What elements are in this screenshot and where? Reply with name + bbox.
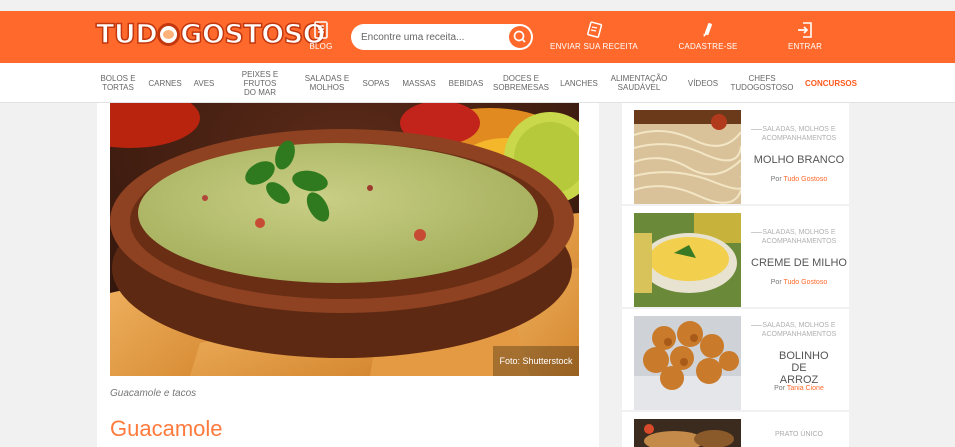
recipe-thumbnail[interactable] xyxy=(634,316,741,410)
blog-label: BLOG xyxy=(309,42,333,51)
cat-label: CONCURSOS xyxy=(804,78,857,88)
cat-peixes[interactable]: PEIXES E FRUTOS DO MAR xyxy=(225,63,295,103)
corn-cream-image xyxy=(634,213,741,307)
cat-label-line2: MOLHOS xyxy=(309,83,345,92)
main-dish-image xyxy=(634,419,741,447)
register-button[interactable]: CADASTRE-SE xyxy=(677,11,739,63)
cat-label-line1: ALIMENTAÇÃO xyxy=(610,74,668,83)
cat-label-line2: SAUDÁVEL xyxy=(617,83,661,92)
cat-aves[interactable]: AVES xyxy=(190,63,218,103)
recipe-thumbnail[interactable] xyxy=(634,213,741,307)
logo-face-icon xyxy=(157,23,181,46)
login-button[interactable]: ENTRAR xyxy=(787,11,823,63)
cat-doces[interactable]: DOCES E SOBREMESAS xyxy=(492,63,550,103)
recipe-pencil-icon xyxy=(587,21,603,38)
recipe-card[interactable]: SALADAS, MOLHOS E ACOMPANHAMENTOS BOLINH… xyxy=(622,309,849,410)
recipe-card[interactable]: PRATO ÚNICO xyxy=(622,412,849,447)
recipe-category: SALADAS, MOLHOS E ACOMPANHAMENTOS xyxy=(749,125,849,143)
cat-label: CARNES xyxy=(148,78,182,88)
cat-label: LANCHES xyxy=(560,78,598,88)
send-recipe-label: ENVIAR SUA RECEITA xyxy=(550,42,638,51)
by-label: Por xyxy=(770,279,782,286)
cat-label-line2: TUDOGOSTOSO xyxy=(730,83,794,92)
recipe-card[interactable]: SALADAS, MOLHOS E ACOMPANHAMENTOS CREME … xyxy=(622,206,849,307)
cat-label: AVES xyxy=(193,78,215,88)
cat-label: BEBIDAS xyxy=(448,78,484,88)
cat-chefs[interactable]: CHEFS TUDOGOSTOSO xyxy=(729,63,795,103)
document-icon xyxy=(314,21,328,39)
cat-bolos-tortas[interactable]: BOLOS E TORTAS xyxy=(96,63,140,103)
login-icon xyxy=(798,22,812,38)
cat-label-line1: CHEFS xyxy=(748,74,776,83)
rice-fritter-image xyxy=(634,316,741,410)
pencil-icon xyxy=(703,23,712,38)
recipe-card[interactable]: SALADAS, MOLHOS E ACOMPANHAMENTOS MOLHO … xyxy=(622,103,849,204)
cat-label: SOPAS xyxy=(362,78,390,88)
cat-label-line1: DOCES E xyxy=(502,74,539,83)
cat-massas[interactable]: MASSAS xyxy=(399,63,439,103)
recipe-category: PRATO ÚNICO xyxy=(775,431,823,438)
recipe-card-title[interactable]: MOLHO BRANCO xyxy=(749,154,849,166)
author-link[interactable]: Tudo Gostoso xyxy=(784,176,828,183)
search-icon xyxy=(513,30,526,43)
recipe-author: Por Tudo Gostoso xyxy=(749,279,849,286)
author-link[interactable]: Tania Cione xyxy=(787,385,824,392)
cat-label-line2: DO MAR xyxy=(244,87,276,97)
cat-bebidas[interactable]: BEBIDAS xyxy=(445,63,487,103)
site-logo[interactable]: TUD GOSTOSO xyxy=(95,18,326,51)
by-label: Por xyxy=(774,385,786,392)
recipe-main: Foto: Shutterstock Guacamole e tacos Gua… xyxy=(97,103,599,447)
recipe-thumbnail[interactable] xyxy=(634,110,741,204)
cat-videos[interactable]: VÍDEOS xyxy=(684,63,722,103)
cat-label: MASSAS xyxy=(402,78,436,88)
cat-label-line1: SALADAS E xyxy=(304,74,350,83)
cat-alimentacao[interactable]: ALIMENTAÇÃO SAUDÁVEL xyxy=(608,63,670,103)
recipe-card-title[interactable]: CREME DE MILHO xyxy=(749,257,849,269)
by-label: Por xyxy=(770,176,782,183)
recipe-photo: Foto: Shutterstock xyxy=(110,103,579,376)
recipe-card-title[interactable]: BOLINHO DE ARROZ xyxy=(749,350,849,386)
cat-label-line1: PEIXES E FRUTOS xyxy=(241,69,279,88)
cat-label-line1: BOLOS E xyxy=(100,74,136,83)
cat-carnes[interactable]: CARNES xyxy=(146,63,184,103)
cat-lanches[interactable]: LANCHES xyxy=(557,63,601,103)
category-nav: BOLOS E TORTAS CARNES AVES PEIXES E FRUTO… xyxy=(0,63,955,103)
search-button[interactable] xyxy=(509,26,531,48)
white-sauce-image xyxy=(634,110,741,204)
recipe-author: Por Tudo Gostoso xyxy=(749,176,849,183)
recipe-category: SALADAS, MOLHOS E ACOMPANHAMENTOS xyxy=(749,228,849,246)
cat-concursos[interactable]: CONCURSOS xyxy=(802,63,860,103)
search-input[interactable] xyxy=(361,29,501,45)
cat-saladas[interactable]: SALADAS E MOLHOS xyxy=(303,63,351,103)
cat-sopas[interactable]: SOPAS xyxy=(359,63,393,103)
recipe-title: Guacamole xyxy=(110,416,223,441)
recipe-thumbnail[interactable] xyxy=(634,419,741,447)
photo-credit: Foto: Shutterstock xyxy=(493,346,579,376)
photo-caption: Guacamole e tacos xyxy=(110,388,197,399)
author-link[interactable]: Tudo Gostoso xyxy=(784,279,828,286)
recipe-author: Por Tania Cione xyxy=(749,385,849,392)
cat-label-line2: TORTAS xyxy=(102,83,134,92)
login-label: ENTRAR xyxy=(787,42,823,51)
send-recipe-button[interactable]: ENVIAR SUA RECEITA xyxy=(549,11,639,63)
cat-label-line2: SOBREMESAS xyxy=(492,83,549,92)
search-box xyxy=(351,24,533,50)
top-bar: TUDGOSTOSO BLOG ENVIAR SUA RECEITA xyxy=(0,11,955,63)
guacamole-image xyxy=(110,103,579,376)
recipe-category: SALADAS, MOLHOS E ACOMPANHAMENTOS xyxy=(749,321,849,339)
register-label: CADASTRE-SE xyxy=(678,42,738,51)
blog-button[interactable]: BLOG xyxy=(306,11,336,63)
cat-label: VÍDEOS xyxy=(687,78,719,88)
